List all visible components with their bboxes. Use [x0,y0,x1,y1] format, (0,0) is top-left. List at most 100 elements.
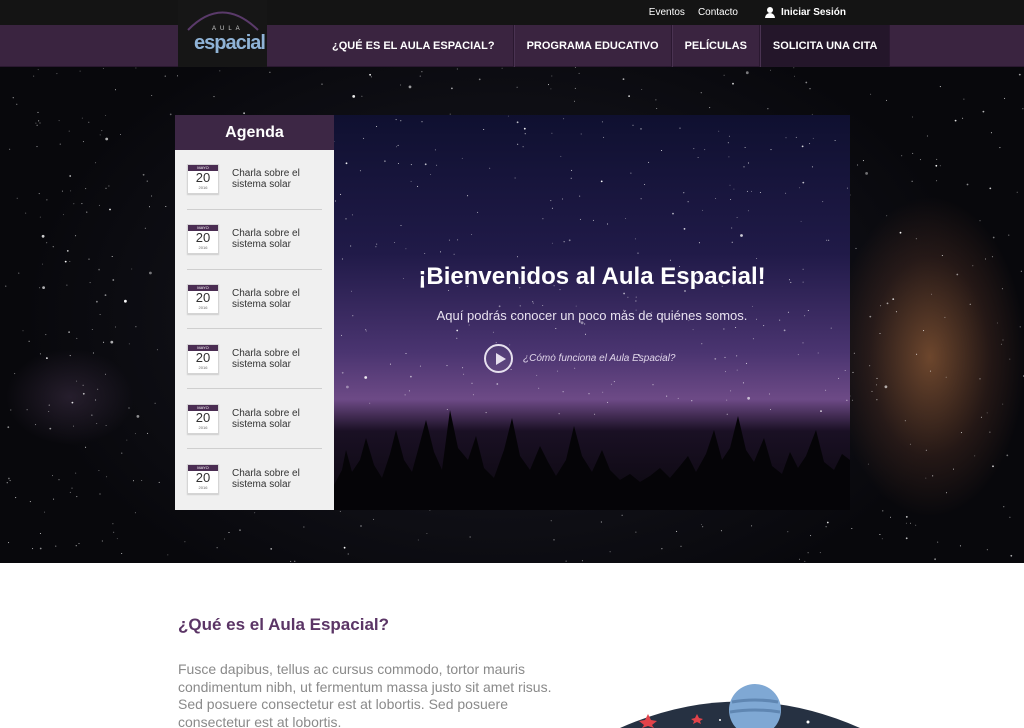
star [165,206,167,207]
star [104,294,107,296]
star [5,285,7,287]
calendar-icon: MAYO 20 2016 [187,224,219,255]
star [640,198,642,200]
cal-year: 2016 [198,245,208,251]
star [623,292,625,295]
calendar-icon: MAYO 20 2016 [187,403,219,434]
agenda-item[interactable]: MAYO 20 2016 Charla sobre el sistema sol… [187,270,322,330]
star [941,255,943,256]
star [400,120,402,122]
star [76,496,78,498]
star [421,121,423,123]
star [46,242,48,244]
star [532,302,534,304]
star [697,157,699,158]
star [97,388,99,390]
user-icon [764,7,775,18]
star [785,192,787,194]
star [48,404,50,406]
star [58,120,60,122]
star [9,480,11,482]
star [890,516,891,518]
star [919,159,921,161]
calendar-icon: MAYO 20 2016 [187,343,219,374]
utility-links: Eventos Contacto Iniciar Sesión [649,0,846,25]
star [89,282,91,284]
site-logo[interactable]: AULA espacial [178,0,267,67]
agenda-item[interactable]: MAYO 20 2016 Charla sobre el sistema sol… [187,150,322,210]
agenda-item[interactable]: MAYO 20 2016 Charla sobre el sistema sol… [187,329,322,390]
cal-year: 2016 [198,185,208,191]
star [158,481,160,483]
agenda-item-text: Charla sobre el sistema solar [232,168,300,191]
calendar-icon: MAYO 20 2016 [187,164,219,195]
play-icon[interactable] [484,344,513,373]
star [376,126,378,127]
star [934,558,936,561]
star [146,180,148,182]
star [25,212,27,214]
star [732,82,734,85]
nav-item-programa[interactable]: PROGRAMA EDUCATIVO [513,25,672,67]
star [550,200,552,202]
star [787,531,789,533]
link-eventos[interactable]: Eventos [649,7,685,18]
star [95,399,97,401]
star [828,239,830,241]
star [81,117,83,119]
star [991,256,993,258]
agenda-item[interactable]: MAYO 20 2016 Charla sobre el sistema sol… [187,389,322,449]
star [625,218,627,219]
star [709,107,711,109]
nav-item-solicita-cita[interactable]: SOLICITA UNA CITA [759,25,891,67]
star [417,539,419,541]
star [389,363,391,365]
star [603,136,605,138]
video-link[interactable]: ¿Cómo funciona el Aula Espacial? [484,344,676,373]
star [795,136,797,138]
star [635,300,637,302]
star [536,374,538,376]
star [844,370,846,371]
nav-item-peliculas[interactable]: PELÍCULAS [671,25,760,67]
star [345,162,348,165]
star [1016,191,1018,193]
star [574,67,576,68]
agenda-item[interactable]: MAYO 20 2016 Charla sobre el sistema sol… [187,210,322,270]
star [39,122,41,124]
link-contacto[interactable]: Contacto [698,7,738,18]
agenda-item[interactable]: MAYO 20 2016 Charla sobre el sistema sol… [187,449,322,509]
star [64,260,67,263]
star [109,208,111,211]
star [747,162,749,164]
star [641,89,643,90]
nav-item-que-es[interactable]: ¿QUÉ ES EL AULA ESPACIAL? [322,25,514,67]
star [135,326,137,328]
star [905,537,908,540]
login-link[interactable]: Iniciar Sesión [764,7,846,18]
star [580,133,582,135]
star [946,492,947,494]
star [1000,343,1002,345]
star [939,165,941,167]
star [410,375,412,378]
star [747,210,749,212]
star [424,253,426,254]
star [746,362,747,364]
star [478,78,481,81]
star [70,190,72,192]
star [925,477,927,479]
star [687,201,689,203]
star [826,521,829,524]
star [495,342,497,344]
star [542,305,544,306]
star [496,383,499,385]
star [986,549,988,551]
star [294,560,296,562]
star [39,216,41,218]
star [548,84,549,86]
star [149,206,150,208]
star [350,245,352,247]
star [121,553,123,554]
star [538,387,540,389]
